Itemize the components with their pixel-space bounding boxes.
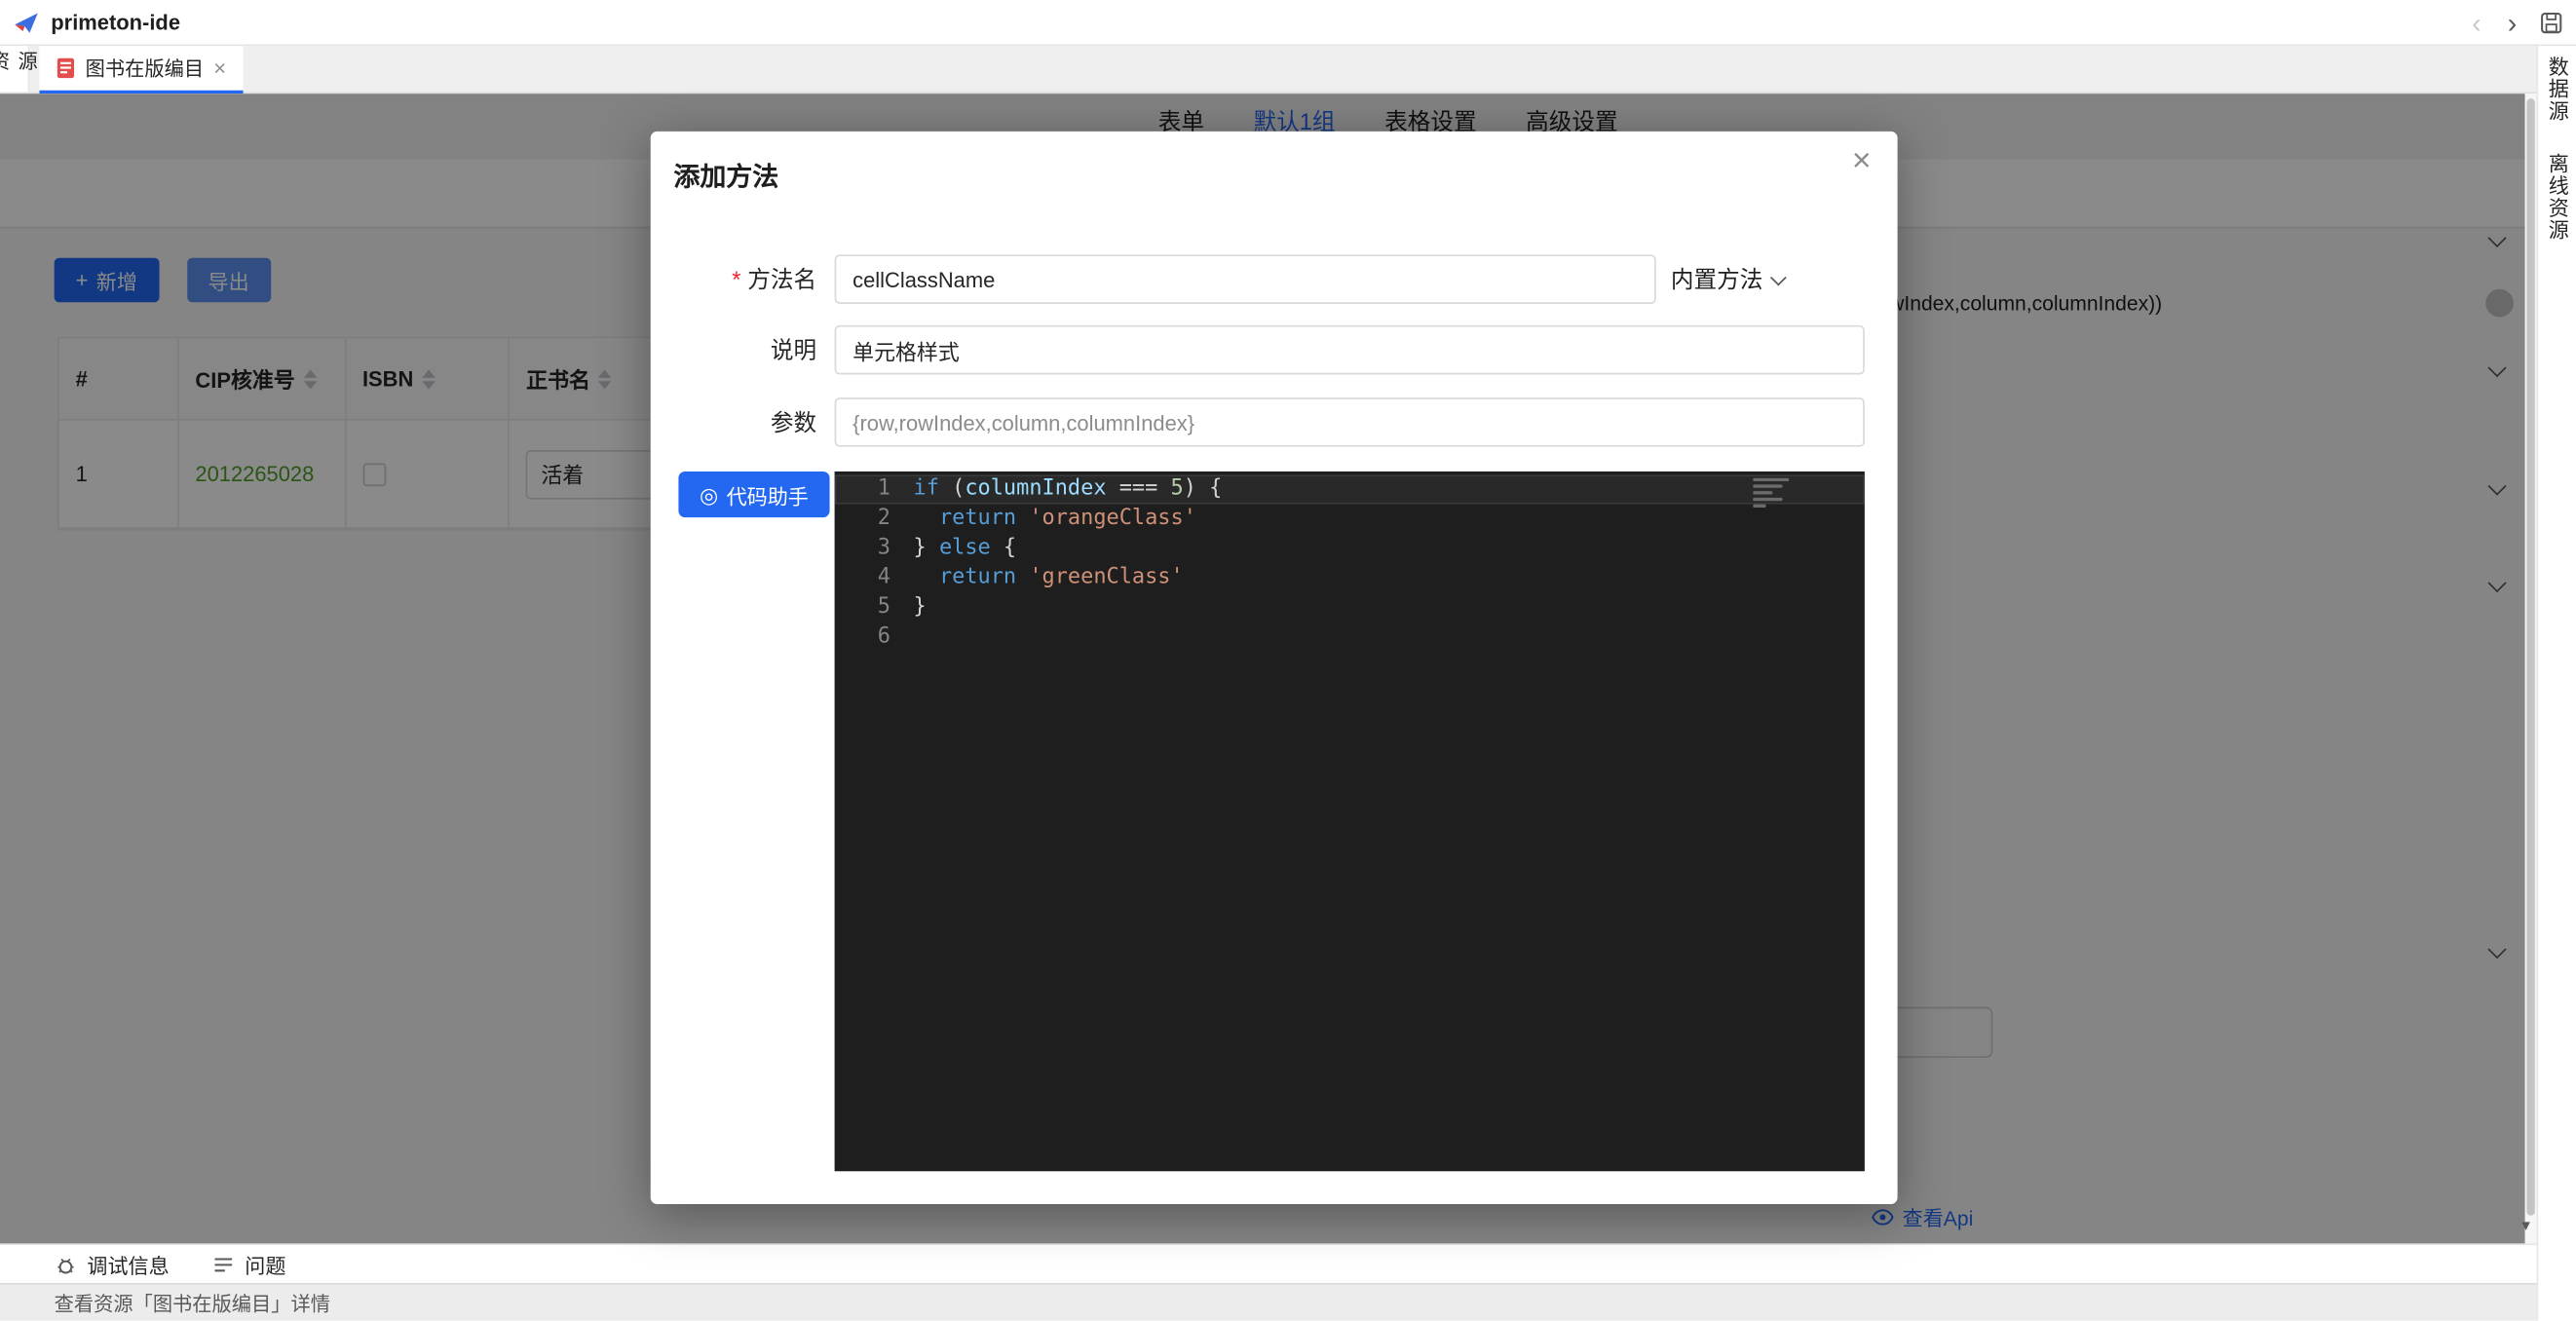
app-logo-icon [13, 9, 39, 35]
code-lines: 1if (columnIndex === 5) {2 return 'orang… [835, 474, 1865, 652]
code-line[interactable]: 1if (columnIndex === 5) { [835, 474, 1865, 504]
vertical-scrollbar[interactable] [2525, 94, 2537, 1243]
method-name-row: * 方法名 内置方法 [651, 254, 1865, 304]
tab-label: 图书在版编目 [86, 55, 204, 83]
code-line[interactable]: 2 return 'orangeClass' [835, 505, 1865, 534]
tab-book-cip[interactable]: 图书在版编目 × [39, 46, 242, 94]
code-line[interactable]: 6 [835, 623, 1865, 652]
titlebar: primeton-ide ‹ › [0, 0, 2576, 46]
description-row: 说明 [651, 325, 1865, 375]
footer-info-bar: 查看资源「图书在版编目」详情 [0, 1283, 2537, 1321]
required-asterisk: * [732, 266, 740, 292]
params-input[interactable] [835, 397, 1865, 447]
method-name-input[interactable] [835, 254, 1656, 304]
problems-item[interactable]: 问题 [212, 1249, 286, 1280]
dialog-close-icon[interactable]: × [1852, 144, 1872, 177]
app-window: primeton-ide ‹ › 资源 图书在版编目 × [0, 0, 2576, 1321]
nav-forward-icon[interactable]: › [2504, 9, 2519, 37]
add-method-dialog: 添加方法 × * 方法名 内置方法 说明 参数 ◎ 代码助手 1if [651, 132, 1898, 1204]
rail-item-datasource[interactable]: 数据源 [2542, 56, 2573, 122]
code-line[interactable]: 5} [835, 593, 1865, 623]
debug-info-item[interactable]: 调试信息 [55, 1249, 170, 1280]
assistant-icon: ◎ [700, 484, 718, 506]
rail-item-offline-resource[interactable]: 离线资源 [2542, 152, 2573, 241]
tabstrip: 资源 图书在版编目 × [0, 46, 2537, 94]
right-rail: 数据源 离线资源 [2537, 46, 2576, 1321]
tab-close-icon[interactable]: × [213, 57, 226, 79]
editor-minimap[interactable] [1753, 478, 1789, 508]
builtin-method-dropdown[interactable]: 内置方法 [1671, 263, 1784, 296]
params-row: 参数 [651, 397, 1865, 447]
scroll-down-icon[interactable]: ▾ [2521, 1219, 2529, 1235]
description-input[interactable] [835, 325, 1865, 375]
scrollbar-thumb[interactable] [2526, 98, 2534, 1216]
save-icon[interactable] [2540, 12, 2563, 35]
statusbar: 调试信息 问题 [0, 1243, 2537, 1282]
method-name-label: * 方法名 [651, 263, 816, 296]
problems-icon [212, 1253, 236, 1276]
code-assistant-button[interactable]: ◎ 代码助手 [678, 472, 829, 517]
dialog-title: 添加方法 [673, 155, 778, 194]
resource-rail-label: 资源 [0, 51, 42, 92]
description-label: 说明 [651, 333, 816, 366]
titlebar-actions: ‹ › [2469, 0, 2563, 46]
code-line[interactable]: 3} else { [835, 534, 1865, 563]
app-title: primeton-ide [51, 10, 180, 34]
footer-text: 查看资源「图书在版编目」详情 [55, 1289, 330, 1317]
code-editor[interactable]: 1if (columnIndex === 5) {2 return 'orang… [835, 472, 1865, 1171]
nav-back-icon[interactable]: ‹ [2469, 9, 2484, 37]
chevron-down-icon [1770, 269, 1787, 285]
code-line[interactable]: 4 return 'greenClass' [835, 563, 1865, 592]
params-label: 参数 [651, 405, 816, 438]
document-icon [56, 57, 75, 79]
debug-icon [55, 1253, 78, 1276]
resource-rail[interactable]: 资源 [0, 46, 29, 92]
